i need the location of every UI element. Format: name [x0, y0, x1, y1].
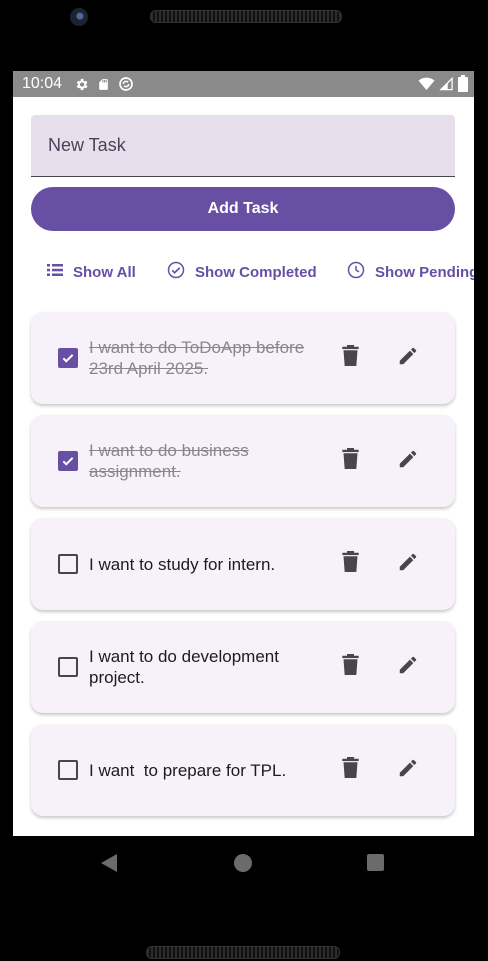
trash-icon: [341, 757, 359, 783]
pencil-icon: [397, 654, 419, 681]
edit-button[interactable]: [395, 345, 421, 371]
system-navigation-bar: [0, 836, 488, 892]
delete-button[interactable]: [337, 345, 363, 371]
task-checkbox[interactable]: [58, 451, 78, 471]
task-card: I want to do ToDoApp before 23rd April 2…: [31, 312, 455, 404]
cell-signal-icon: [439, 76, 454, 92]
delete-button[interactable]: [337, 757, 363, 783]
new-task-placeholder: New Task: [48, 135, 126, 155]
list-icon: [47, 263, 63, 281]
status-icons-left: [74, 76, 134, 92]
task-text: I want to study for intern.: [89, 554, 276, 574]
filter-label: Show All: [73, 263, 136, 281]
gear-icon: [74, 77, 89, 92]
status-bar: 10:04: [13, 71, 474, 97]
check-circle-icon: [167, 261, 185, 283]
wifi-icon: [418, 76, 435, 92]
task-checkbox[interactable]: [58, 760, 78, 780]
pencil-icon: [397, 448, 419, 475]
edit-button[interactable]: [395, 757, 421, 783]
task-text: I want to prepare for TPL.: [89, 760, 287, 780]
trash-icon: [341, 345, 359, 371]
task-card: I want to study for intern.: [31, 518, 455, 610]
recents-icon[interactable]: [367, 854, 384, 871]
battery-icon: [458, 75, 468, 92]
task-text: I want to do ToDoApp before 23rd April 2…: [89, 338, 305, 378]
back-icon[interactable]: [100, 853, 118, 878]
trash-icon: [341, 448, 359, 474]
task-checkbox[interactable]: [58, 348, 78, 368]
status-icons-right: [418, 75, 468, 92]
add-task-label: Add Task: [207, 200, 279, 217]
home-icon[interactable]: [234, 854, 252, 872]
add-task-button[interactable]: Add Task: [31, 187, 455, 231]
task-text: I want to do business assignment.: [89, 441, 249, 481]
pencil-icon: [397, 757, 419, 784]
filter-show-all[interactable]: Show All: [47, 252, 136, 292]
checkmark-icon: [62, 354, 74, 363]
delete-button[interactable]: [337, 448, 363, 474]
edit-button[interactable]: [395, 551, 421, 577]
task-text: I want to do development project.: [89, 647, 279, 687]
new-task-input[interactable]: New Task: [31, 115, 455, 177]
filter-show-pending[interactable]: Show Pending: [347, 252, 474, 292]
filter-label: Show Completed: [195, 263, 317, 281]
sync-icon: [118, 76, 134, 92]
trash-icon: [341, 654, 359, 680]
task-card: I want to prepare for TPL.: [31, 724, 455, 816]
checkmark-icon: [62, 457, 74, 466]
filter-bar: Show All Show Completed Show Pending: [13, 252, 474, 292]
pencil-icon: [397, 551, 419, 578]
filter-label: Show Pending: [375, 263, 474, 281]
task-card: I want to do development project.: [31, 621, 455, 713]
task-checkbox[interactable]: [58, 657, 78, 677]
pencil-icon: [397, 345, 419, 372]
edit-button[interactable]: [395, 654, 421, 680]
earpiece-speaker: [150, 10, 342, 23]
front-camera: [70, 8, 88, 26]
trash-icon: [341, 551, 359, 577]
status-time: 10:04: [22, 75, 63, 92]
app-screen: 10:04 New Task Add Task Show All Show Co…: [13, 71, 474, 836]
sd-card-icon: [97, 77, 110, 92]
bottom-speaker: [146, 946, 340, 959]
clock-icon: [347, 261, 365, 283]
delete-button[interactable]: [337, 654, 363, 680]
task-card: I want to do business assignment.: [31, 415, 455, 507]
edit-button[interactable]: [395, 448, 421, 474]
delete-button[interactable]: [337, 551, 363, 577]
task-checkbox[interactable]: [58, 554, 78, 574]
filter-show-completed[interactable]: Show Completed: [167, 252, 317, 292]
